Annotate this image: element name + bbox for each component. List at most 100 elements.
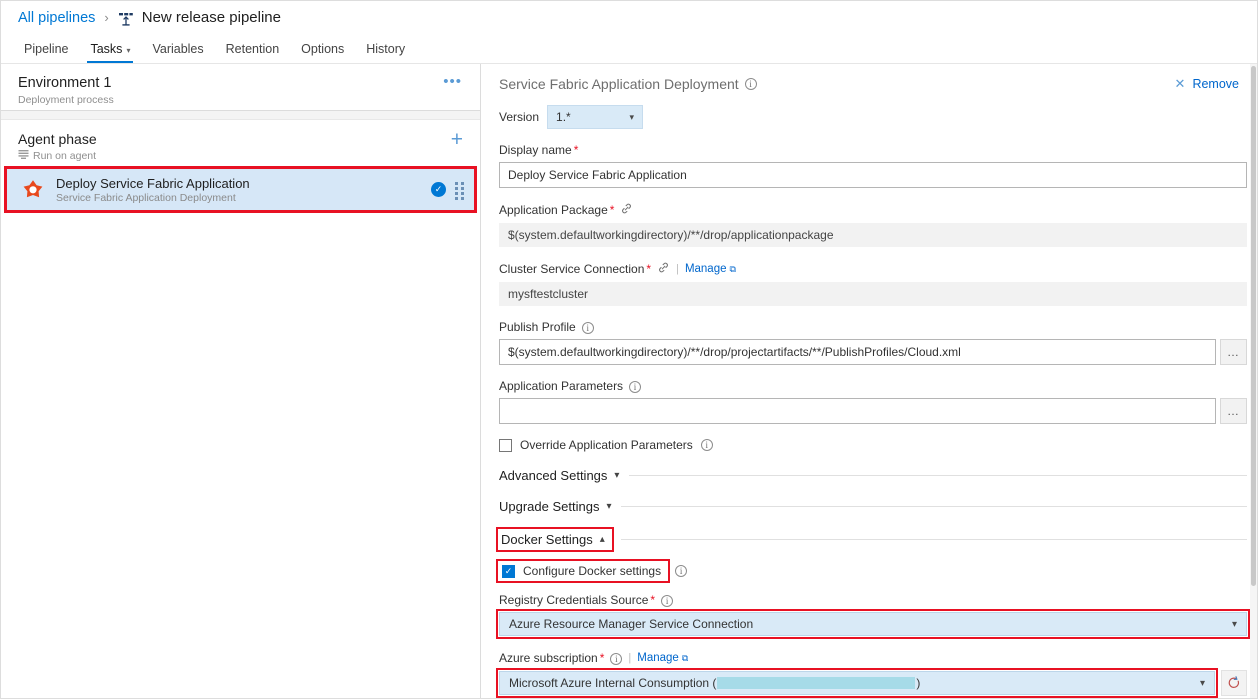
manage-label: Manage bbox=[685, 262, 727, 277]
enabled-check-icon[interactable]: ✓ bbox=[431, 182, 446, 197]
configure-docker-settings-row: ✓ Configure Docker settings i bbox=[499, 562, 1247, 580]
version-row: Version 1.* ▾ bbox=[499, 105, 1247, 129]
scrollbar-thumb[interactable] bbox=[1251, 66, 1256, 586]
field-display-name: Display name * Deploy Service Fabric App… bbox=[499, 143, 1247, 188]
breadcrumb: All pipelines › New release pipeline bbox=[1, 1, 1257, 34]
tab-variables[interactable]: Variables bbox=[141, 42, 214, 63]
version-select[interactable]: 1.* ▾ bbox=[547, 105, 643, 129]
task-details-pane: Service Fabric Application Deployment i … bbox=[481, 64, 1257, 699]
cluster-service-connection-label: Cluster Service Connection bbox=[499, 262, 644, 277]
field-registry-credentials-source: Registry Credentials Source * i Azure Re… bbox=[499, 593, 1247, 636]
content-scrollbar[interactable] bbox=[1250, 64, 1257, 699]
field-application-parameters: Application Parameters i … bbox=[499, 379, 1247, 424]
required-marker: * bbox=[600, 651, 605, 666]
application-parameters-label: Application Parameters bbox=[499, 379, 623, 394]
environment-header[interactable]: Environment 1 Deployment process ••• bbox=[1, 64, 480, 111]
required-marker: * bbox=[650, 593, 655, 608]
breadcrumb-all-pipelines-link[interactable]: All pipelines bbox=[18, 10, 95, 26]
info-icon[interactable]: i bbox=[629, 381, 641, 393]
display-name-label-row: Display name * bbox=[499, 143, 1247, 158]
info-icon[interactable]: i bbox=[701, 439, 713, 451]
close-icon: ✕ bbox=[1175, 76, 1186, 92]
registry-credentials-source-value: Azure Resource Manager Service Connectio… bbox=[509, 617, 753, 631]
environment-title: Environment 1 bbox=[18, 75, 114, 92]
manage-azure-subscription-link[interactable]: Manage ⧉ bbox=[637, 651, 688, 666]
tab-options[interactable]: Options bbox=[290, 42, 355, 63]
release-pipeline-editor: All pipelines › New release pipeline Pip… bbox=[0, 0, 1258, 699]
service-fabric-icon bbox=[22, 179, 44, 201]
display-name-label: Display name bbox=[499, 143, 572, 158]
field-application-package: Application Package * $(system.defaultwo… bbox=[499, 202, 1247, 247]
tab-pipeline-label: Pipeline bbox=[24, 42, 68, 56]
section-divider bbox=[629, 475, 1247, 476]
azure-subscription-control-row: Microsoft Azure Internal Consumption () … bbox=[499, 670, 1247, 696]
tab-pipeline[interactable]: Pipeline bbox=[13, 42, 79, 63]
refresh-icon[interactable] bbox=[1221, 670, 1247, 696]
display-name-input[interactable]: Deploy Service Fabric Application bbox=[499, 162, 1247, 188]
field-azure-subscription: Azure subscription * i | Manage ⧉ bbox=[499, 651, 1247, 699]
agent-phase-subtitle: Run on agent bbox=[33, 150, 96, 162]
publish-profile-label-row: Publish Profile i bbox=[499, 320, 1247, 335]
tab-tasks[interactable]: Tasks ▾ bbox=[79, 42, 141, 63]
section-docker-settings[interactable]: Docker Settings ▴ bbox=[499, 530, 1247, 549]
configure-docker-highlight: ✓ Configure Docker settings bbox=[499, 562, 667, 580]
override-application-parameters-label: Override Application Parameters bbox=[520, 438, 693, 452]
breadcrumb-current-title: New release pipeline bbox=[142, 9, 281, 26]
azure-subscription-label-row: Azure subscription * i | Manage ⧉ bbox=[499, 651, 1247, 666]
application-parameters-input-row: … bbox=[499, 398, 1247, 424]
section-upgrade-settings[interactable]: Upgrade Settings ▾ bbox=[499, 499, 1247, 514]
remove-task-button[interactable]: ✕ Remove bbox=[1175, 76, 1239, 92]
task-text-group: Deploy Service Fabric Application Servic… bbox=[56, 176, 431, 204]
agent-phase-subtitle-row: Run on agent bbox=[18, 149, 97, 163]
chevron-down-icon: ▾ bbox=[1232, 619, 1237, 630]
publish-profile-input[interactable]: $(system.defaultworkingdirectory)/**/dro… bbox=[499, 339, 1216, 365]
info-icon[interactable]: i bbox=[745, 78, 757, 90]
publish-profile-browse-button[interactable]: … bbox=[1220, 339, 1247, 365]
configure-docker-settings-checkbox[interactable]: ✓ bbox=[502, 565, 515, 578]
task-form: Service Fabric Application Deployment i … bbox=[481, 64, 1257, 699]
drag-handle-icon[interactable] bbox=[455, 182, 464, 198]
publish-profile-input-row: $(system.defaultworkingdirectory)/**/dro… bbox=[499, 339, 1247, 365]
label-separator: | bbox=[676, 262, 679, 277]
section-advanced-settings[interactable]: Advanced Settings ▾ bbox=[499, 468, 1247, 483]
tab-options-label: Options bbox=[301, 42, 344, 56]
tasks-sidebar: Environment 1 Deployment process ••• Age… bbox=[1, 64, 481, 699]
environment-more-button[interactable]: ••• bbox=[439, 75, 466, 89]
tab-retention[interactable]: Retention bbox=[215, 42, 291, 63]
registry-credentials-source-highlight: Azure Resource Manager Service Connectio… bbox=[499, 612, 1247, 636]
advanced-settings-label: Advanced Settings bbox=[499, 468, 607, 483]
remove-task-label: Remove bbox=[1192, 77, 1239, 91]
required-marker: * bbox=[646, 262, 651, 277]
external-link-icon: ⧉ bbox=[682, 651, 688, 666]
page-title: Service Fabric Application Deployment bbox=[499, 76, 739, 92]
environment-subtitle: Deployment process bbox=[18, 94, 114, 106]
info-icon[interactable]: i bbox=[675, 565, 687, 577]
advanced-settings-title-group: Advanced Settings ▾ bbox=[499, 468, 619, 483]
registry-credentials-source-select[interactable]: Azure Resource Manager Service Connectio… bbox=[499, 612, 1247, 636]
application-parameters-input[interactable] bbox=[499, 398, 1216, 424]
tab-history[interactable]: History bbox=[355, 42, 416, 63]
info-icon[interactable]: i bbox=[610, 653, 622, 665]
chevron-up-icon: ▴ bbox=[600, 534, 605, 545]
publish-profile-label: Publish Profile bbox=[499, 320, 576, 335]
azure-subscription-label: Azure subscription bbox=[499, 651, 598, 666]
cluster-service-connection-label-row: Cluster Service Connection * | Manage ⧉ bbox=[499, 261, 1247, 278]
info-icon[interactable]: i bbox=[661, 595, 673, 607]
manage-cluster-connection-link[interactable]: Manage ⧉ bbox=[685, 262, 736, 277]
azure-subscription-select[interactable]: Microsoft Azure Internal Consumption () … bbox=[499, 671, 1215, 695]
configure-docker-settings-label: Configure Docker settings bbox=[523, 564, 661, 578]
info-icon[interactable]: i bbox=[582, 322, 594, 334]
cluster-service-connection-input[interactable]: mysftestcluster bbox=[499, 282, 1247, 306]
version-label: Version bbox=[499, 110, 539, 124]
add-task-button[interactable]: + bbox=[448, 131, 466, 149]
sidebar-task-deploy-service-fabric-application[interactable]: Deploy Service Fabric Application Servic… bbox=[7, 169, 474, 210]
application-parameters-browse-button[interactable]: … bbox=[1220, 398, 1247, 424]
agent-phase-header[interactable]: Agent phase Run on agent bbox=[1, 120, 480, 166]
link-icon[interactable] bbox=[657, 261, 670, 278]
azure-subscription-highlight: Microsoft Azure Internal Consumption () … bbox=[499, 671, 1215, 695]
override-application-parameters-checkbox[interactable] bbox=[499, 439, 512, 452]
link-icon[interactable] bbox=[620, 202, 633, 219]
docker-settings-title-group: Docker Settings ▴ bbox=[499, 530, 611, 549]
task-description: Service Fabric Application Deployment bbox=[56, 192, 431, 204]
application-package-input[interactable]: $(system.defaultworkingdirectory)/**/dro… bbox=[499, 223, 1247, 247]
